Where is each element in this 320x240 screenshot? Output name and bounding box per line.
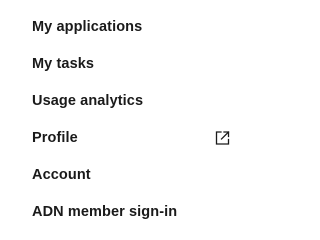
external-link-icon xyxy=(215,130,230,145)
user-menu: My applications My tasks Usage analytics… xyxy=(0,0,263,235)
menu-item-account[interactable]: Account xyxy=(0,156,263,193)
menu-item-usage-analytics[interactable]: Usage analytics xyxy=(0,82,263,119)
menu-item-label: ADN member sign-in xyxy=(32,203,178,220)
menu-item-profile[interactable]: Profile xyxy=(0,119,263,156)
menu-item-label: My applications xyxy=(32,18,143,35)
menu-item-label: Profile xyxy=(32,129,78,146)
menu-item-label: Usage analytics xyxy=(32,92,144,109)
menu-item-my-applications[interactable]: My applications xyxy=(0,8,263,45)
menu-item-my-tasks[interactable]: My tasks xyxy=(0,45,263,82)
menu-item-label: My tasks xyxy=(32,55,95,72)
menu-item-adn-member-sign-in[interactable]: ADN member sign-in xyxy=(0,193,263,230)
menu-item-label: Account xyxy=(32,166,91,183)
